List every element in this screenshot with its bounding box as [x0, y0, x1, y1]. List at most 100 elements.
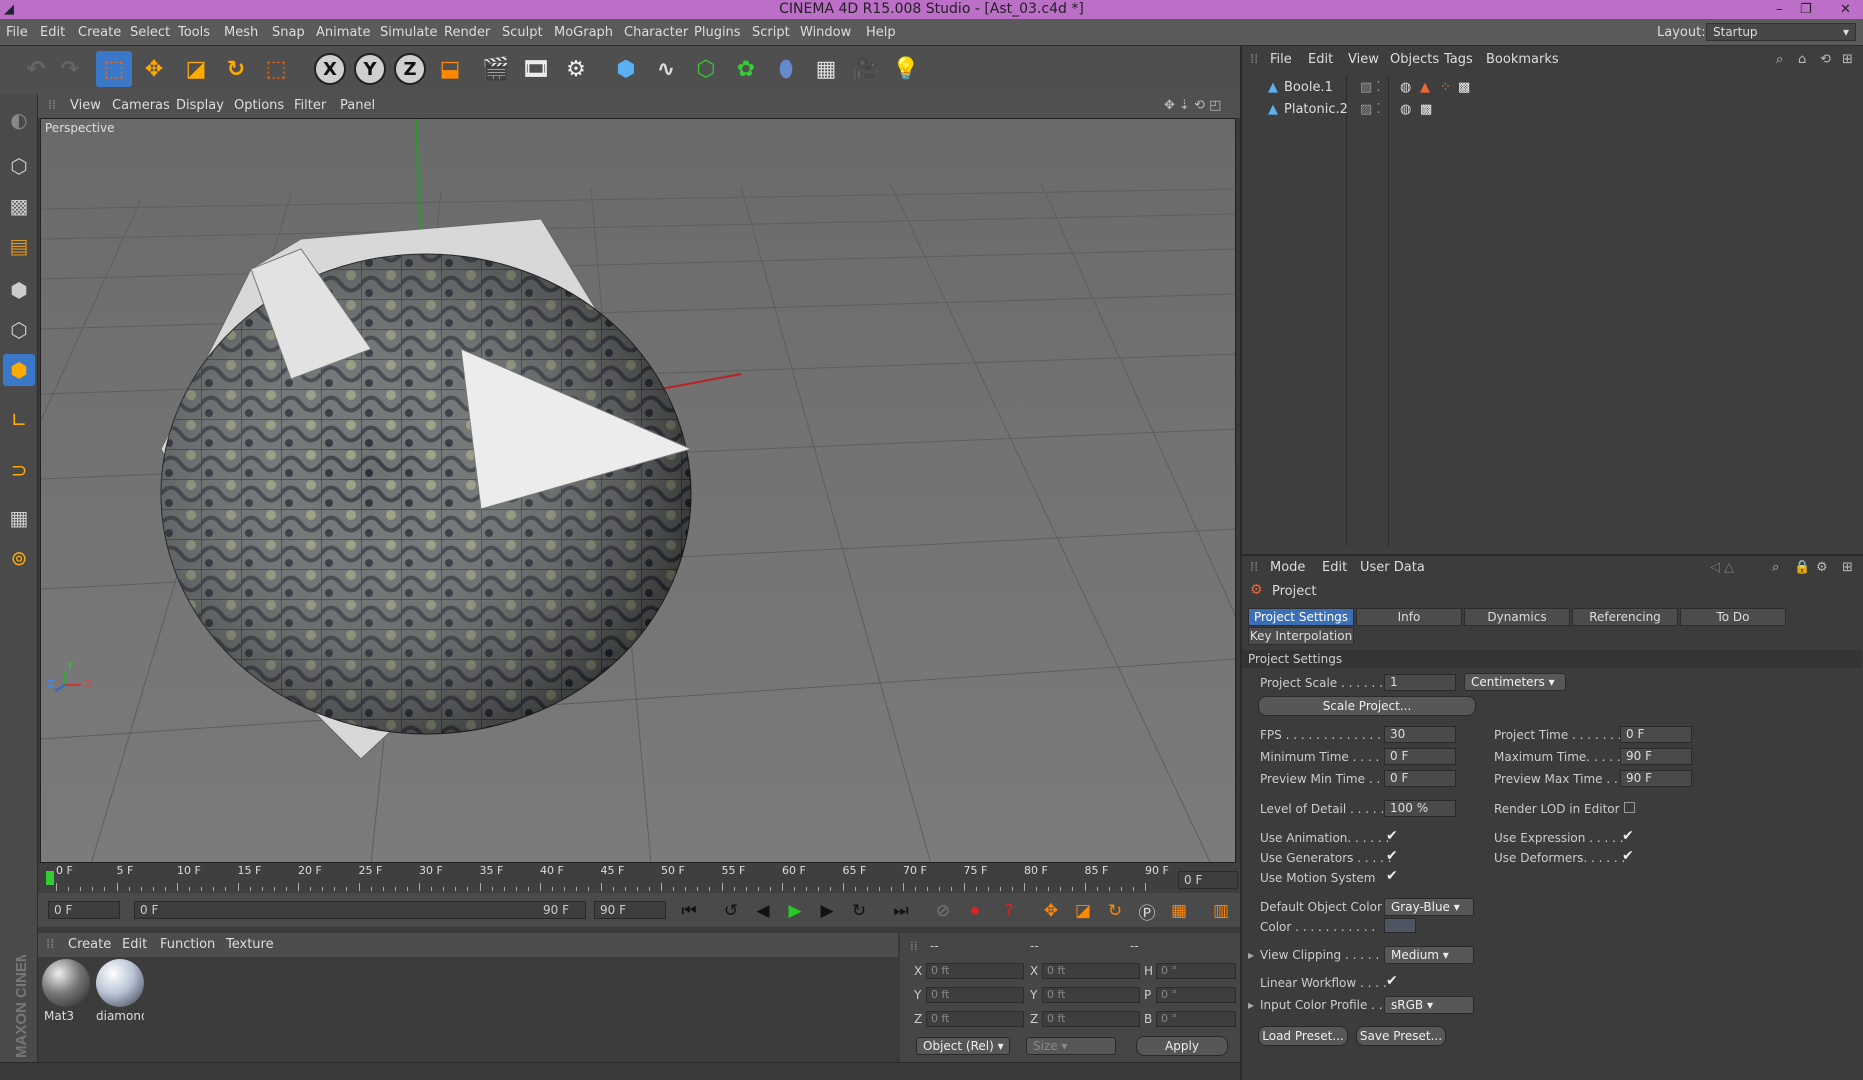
- rotate-icon[interactable]: ↻: [218, 51, 254, 87]
- spline-icon[interactable]: ∿: [648, 51, 684, 87]
- new-view-icon[interactable]: ⊞: [1842, 560, 1853, 575]
- key-scale-icon[interactable]: ◪: [1070, 898, 1096, 924]
- home-icon[interactable]: ⌂: [1798, 52, 1806, 67]
- use-motion-system-checkbox[interactable]: ✔: [1386, 868, 1398, 884]
- workplane-grid-icon[interactable]: ▦: [3, 502, 35, 534]
- goto-end-icon[interactable]: ⏭: [888, 898, 914, 924]
- timeline-window-icon[interactable]: ▥: [1208, 898, 1234, 924]
- use-generators-checkbox[interactable]: ✔: [1386, 848, 1398, 864]
- keyframe-selection-icon[interactable]: ?: [996, 898, 1022, 924]
- position-x-field[interactable]: 0 ft: [926, 963, 1024, 979]
- material-menu-create[interactable]: Create: [68, 937, 111, 952]
- prev-key-icon[interactable]: ↺: [718, 898, 744, 924]
- recent-tools-icon[interactable]: ⬚: [258, 51, 294, 87]
- size-y-field[interactable]: 0 ft: [1042, 987, 1140, 1003]
- next-key-icon[interactable]: ↻: [846, 898, 872, 924]
- play-icon[interactable]: ▶: [782, 898, 808, 924]
- goto-start-icon[interactable]: ⏮: [676, 898, 702, 924]
- next-frame-icon[interactable]: ▶: [814, 898, 840, 924]
- material-diamond[interactable]: [96, 959, 144, 1007]
- end-frame-field[interactable]: 90 F: [594, 901, 666, 919]
- load-preset-button[interactable]: Load Preset...: [1258, 1026, 1348, 1046]
- menu-tools[interactable]: Tools: [178, 25, 210, 40]
- scale-project-button[interactable]: Scale Project...: [1258, 696, 1476, 716]
- input-color-profile-select[interactable]: sRGB ▾: [1384, 996, 1474, 1014]
- compositing-tag-icon[interactable]: ⁘: [1440, 80, 1451, 95]
- view-clipping-select[interactable]: Medium ▾: [1384, 946, 1474, 964]
- preview-min-field[interactable]: 0 F: [1384, 770, 1456, 787]
- menu-sculpt[interactable]: Sculpt: [502, 25, 543, 40]
- layout-select[interactable]: Startup ▾: [1706, 23, 1856, 41]
- phong-tag-icon[interactable]: ◍: [1400, 80, 1411, 95]
- key-position-icon[interactable]: ✥: [1038, 898, 1064, 924]
- x-axis-lock-icon[interactable]: X: [314, 53, 346, 85]
- subdivision-icon[interactable]: ⬡: [688, 51, 724, 87]
- workplane-icon[interactable]: ▤: [3, 230, 35, 262]
- autokey-icon[interactable]: ⏺: [962, 898, 988, 924]
- size-x-field[interactable]: 0 ft: [1042, 963, 1140, 979]
- menu-create[interactable]: Create: [78, 25, 121, 40]
- settings-icon[interactable]: ⚙: [1816, 560, 1828, 575]
- object-menu-objects[interactable]: Objects: [1390, 52, 1439, 67]
- prev-frame-icon[interactable]: ◀: [750, 898, 776, 924]
- y-axis-lock-icon[interactable]: Y: [354, 53, 386, 85]
- material-menu-function[interactable]: Function: [160, 937, 215, 952]
- attr-menu-edit[interactable]: Edit: [1322, 560, 1347, 575]
- rotation-b-field[interactable]: 0 °: [1156, 1011, 1236, 1027]
- object-row-platonic[interactable]: ▲ Platonic.2 ▨ ⁚ ◍ ▩: [1252, 102, 1852, 122]
- move-icon[interactable]: ✥: [136, 51, 172, 87]
- texture-tag-icon[interactable]: ▩: [1420, 102, 1432, 117]
- coord-mode-select[interactable]: Object (Rel) ▾: [916, 1037, 1010, 1055]
- menu-help[interactable]: Help: [866, 25, 896, 40]
- object-menu-file[interactable]: File: [1270, 52, 1292, 67]
- expand-arrow-icon[interactable]: ▸: [1248, 948, 1254, 962]
- preview-max-field[interactable]: 90 F: [1620, 770, 1692, 787]
- current-frame-field[interactable]: 0 F: [1178, 871, 1238, 889]
- z-axis-lock-icon[interactable]: Z: [394, 53, 426, 85]
- record-keys-icon[interactable]: ⊘: [930, 898, 956, 924]
- project-time-field[interactable]: 0 F: [1620, 726, 1692, 743]
- apply-button[interactable]: Apply: [1136, 1036, 1228, 1056]
- object-menu-tags[interactable]: Tags: [1444, 52, 1473, 67]
- snap-magnet-icon[interactable]: ⊃: [3, 454, 35, 486]
- cube-icon[interactable]: ⬢: [608, 51, 644, 87]
- visibility-icon[interactable]: ▨ ⁚: [1360, 102, 1381, 117]
- render-lod-checkbox[interactable]: [1624, 802, 1635, 813]
- min-time-field[interactable]: 0 F: [1384, 748, 1456, 765]
- live-selection-icon[interactable]: ⬚: [96, 51, 132, 87]
- coordinate-system-icon[interactable]: ⬓: [432, 51, 468, 87]
- menu-select[interactable]: Select: [130, 25, 170, 40]
- phong-tag-icon[interactable]: ◍: [1400, 102, 1411, 117]
- use-animation-checkbox[interactable]: ✔: [1386, 828, 1398, 844]
- key-param-icon[interactable]: Ⓟ: [1134, 898, 1160, 924]
- floor-icon[interactable]: ▦: [808, 51, 844, 87]
- locked-workplane-icon[interactable]: ⊚: [3, 542, 35, 574]
- axis-mode-icon[interactable]: ∟: [3, 404, 35, 436]
- object-row-boole[interactable]: ▲ Boole.1 ▨ ⁚ ◍ ▲ ⁘ ▩: [1252, 80, 1852, 100]
- camera-icon[interactable]: 🎥: [848, 51, 884, 87]
- texture-mode-icon[interactable]: ▩: [3, 190, 35, 222]
- rotation-h-field[interactable]: 0 °: [1156, 963, 1236, 979]
- render-picture-viewer-icon[interactable]: 🎞: [518, 51, 554, 87]
- viewport-nav-icons[interactable]: ✥ ⇣ ⟲ ◰: [1164, 98, 1221, 113]
- attr-menu-user-data[interactable]: User Data: [1360, 560, 1425, 575]
- new-view-icon[interactable]: ⊞: [1842, 52, 1853, 67]
- rotation-p-field[interactable]: 0 °: [1156, 987, 1236, 1003]
- timeline-ruler[interactable]: 0 F 5 F 10 F 15 F 20 F 25 F 30 F 35 F 40 F 45 F 50…: [38, 863, 1240, 893]
- use-expression-checkbox[interactable]: ✔: [1622, 828, 1634, 844]
- viewport-menu-display[interactable]: Display: [176, 98, 224, 113]
- scale-icon[interactable]: ◪: [178, 51, 214, 87]
- back-icon[interactable]: ⟲: [1820, 52, 1831, 67]
- max-time-field[interactable]: 90 F: [1620, 748, 1692, 765]
- viewport-menu-filter[interactable]: Filter: [294, 98, 326, 113]
- search-icon[interactable]: ⌕: [1776, 52, 1783, 67]
- material-mat3[interactable]: [42, 959, 90, 1007]
- project-scale-field[interactable]: 1: [1384, 674, 1456, 691]
- menu-character[interactable]: Character: [624, 25, 688, 40]
- render-view-icon[interactable]: 🎬: [478, 51, 514, 87]
- viewport-menu-options[interactable]: Options: [234, 98, 284, 113]
- material-menu-edit[interactable]: Edit: [122, 937, 147, 952]
- tab-referencing[interactable]: Referencing: [1572, 608, 1678, 626]
- viewport-3d[interactable]: Perspective Y X Z: [40, 118, 1236, 863]
- use-deformers-checkbox[interactable]: ✔: [1622, 848, 1634, 864]
